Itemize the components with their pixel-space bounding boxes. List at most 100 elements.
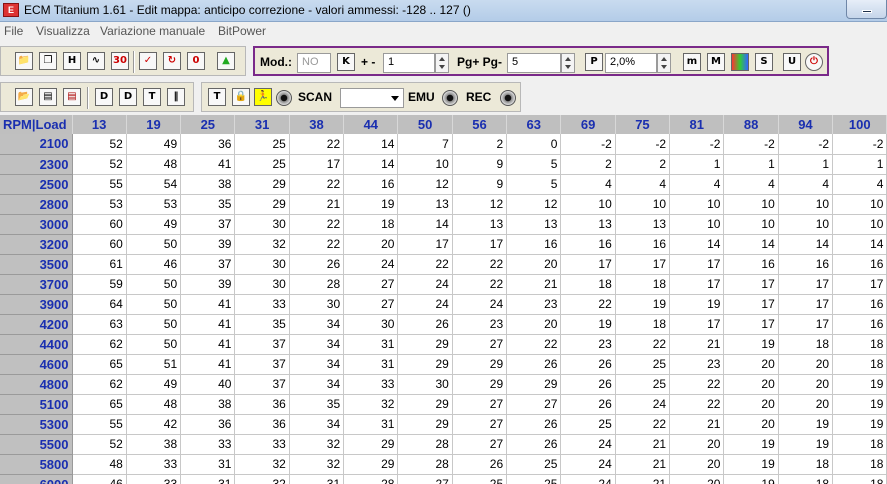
map-cell[interactable]: 16 bbox=[343, 174, 399, 195]
map-cell[interactable]: 37 bbox=[180, 214, 236, 235]
t-button-2[interactable]: T bbox=[208, 88, 226, 106]
map-cell[interactable]: 46 bbox=[72, 474, 127, 484]
map-cell[interactable]: 62 bbox=[72, 374, 127, 395]
map-cell[interactable]: 29 bbox=[234, 194, 290, 215]
h-icon[interactable]: H bbox=[63, 52, 81, 70]
map-cell[interactable]: 55 bbox=[72, 414, 127, 435]
map-cell[interactable]: 22 bbox=[289, 174, 345, 195]
map-cell[interactable]: 24 bbox=[452, 294, 508, 315]
scan-select[interactable] bbox=[340, 88, 404, 108]
map-cell[interactable]: 10 bbox=[778, 194, 834, 215]
map-cell[interactable]: 41 bbox=[180, 334, 236, 355]
map-cell[interactable]: 7 bbox=[397, 134, 453, 155]
map-cell[interactable]: 19 bbox=[615, 294, 671, 315]
map-cell[interactable]: 10 bbox=[615, 194, 671, 215]
rpm-row-header[interactable]: 3500 bbox=[0, 254, 73, 275]
map-cell[interactable]: 31 bbox=[289, 474, 345, 484]
map-cell[interactable]: 19 bbox=[832, 414, 887, 435]
map-cell[interactable]: 46 bbox=[126, 254, 182, 275]
load-column-header[interactable]: 56 bbox=[452, 115, 508, 134]
map-cell[interactable]: 4 bbox=[832, 174, 887, 195]
map-cell[interactable]: 19 bbox=[560, 314, 616, 335]
windows-icon[interactable]: ❐ bbox=[39, 52, 57, 70]
map-cell[interactable]: 29 bbox=[397, 414, 453, 435]
map-cell[interactable]: 27 bbox=[452, 334, 508, 355]
map-cell[interactable]: 17 bbox=[452, 234, 508, 255]
map-cell[interactable]: 26 bbox=[560, 374, 616, 395]
map-cell[interactable]: 18 bbox=[832, 434, 887, 455]
percent-field[interactable]: 2,0% bbox=[605, 53, 657, 73]
map-cell[interactable]: 14 bbox=[343, 154, 399, 175]
check-icon[interactable]: ✓ bbox=[139, 52, 157, 70]
u-button[interactable]: U bbox=[783, 53, 801, 71]
load-column-header[interactable]: 75 bbox=[615, 115, 671, 134]
rpm-row-header[interactable]: 5800 bbox=[0, 454, 73, 475]
map-cell[interactable]: 63 bbox=[72, 314, 127, 335]
map-cell[interactable]: 18 bbox=[615, 274, 671, 295]
rpm-row-header[interactable]: 5100 bbox=[0, 394, 73, 415]
map-cell[interactable]: 10 bbox=[723, 214, 779, 235]
rpm-row-header[interactable]: 6000 bbox=[0, 474, 73, 484]
map-cell[interactable]: 1 bbox=[669, 154, 725, 175]
map-cell[interactable]: -2 bbox=[560, 134, 616, 155]
map-cell[interactable]: 26 bbox=[560, 394, 616, 415]
map-cell[interactable]: 20 bbox=[723, 354, 779, 375]
map-cell[interactable]: 50 bbox=[126, 234, 182, 255]
map-cell[interactable]: 18 bbox=[343, 214, 399, 235]
map-cell[interactable]: 23 bbox=[560, 334, 616, 355]
map-cell[interactable]: 20 bbox=[778, 354, 834, 375]
map-cell[interactable]: 17 bbox=[560, 254, 616, 275]
map-cell[interactable]: 49 bbox=[126, 374, 182, 395]
map-cell[interactable]: 16 bbox=[832, 294, 887, 315]
map-cell[interactable]: 27 bbox=[343, 274, 399, 295]
map-cell[interactable]: 22 bbox=[506, 334, 562, 355]
map-cell[interactable]: 28 bbox=[289, 274, 345, 295]
map-cell[interactable]: 20 bbox=[778, 394, 834, 415]
map-cell[interactable]: 22 bbox=[560, 294, 616, 315]
load-column-header[interactable]: 13 bbox=[72, 115, 127, 134]
map-cell[interactable]: 22 bbox=[452, 274, 508, 295]
rec-toggle-icon[interactable] bbox=[500, 90, 516, 106]
map-cell[interactable]: 34 bbox=[289, 414, 345, 435]
rpm-row-header[interactable]: 2300 bbox=[0, 154, 73, 175]
map-cell[interactable]: 4 bbox=[723, 174, 779, 195]
map-cell[interactable]: 12 bbox=[397, 174, 453, 195]
map-cell[interactable]: 9 bbox=[452, 154, 508, 175]
map-cell[interactable]: 16 bbox=[723, 254, 779, 275]
graph-icon[interactable]: ∿ bbox=[87, 52, 105, 70]
map-cell[interactable]: 25 bbox=[615, 354, 671, 375]
map-cell[interactable]: 24 bbox=[397, 274, 453, 295]
map-cell[interactable]: 27 bbox=[452, 414, 508, 435]
menu-visualizza[interactable]: Visualizza bbox=[36, 24, 90, 38]
map-cell[interactable]: 18 bbox=[778, 474, 834, 484]
map-cell[interactable]: 22 bbox=[397, 254, 453, 275]
load-column-header[interactable]: 50 bbox=[397, 115, 453, 134]
m-button[interactable]: M bbox=[707, 53, 725, 71]
map-cell[interactable]: 25 bbox=[506, 454, 562, 475]
map-cell[interactable]: 29 bbox=[506, 374, 562, 395]
map-cell[interactable]: 20 bbox=[723, 394, 779, 415]
menu-file[interactable]: File bbox=[4, 24, 23, 38]
map-cell[interactable]: 38 bbox=[126, 434, 182, 455]
map-cell[interactable]: 25 bbox=[560, 414, 616, 435]
k-button[interactable]: K bbox=[337, 53, 355, 71]
map-cell[interactable]: -2 bbox=[669, 134, 725, 155]
map-cell[interactable]: 53 bbox=[126, 194, 182, 215]
map-cell[interactable]: 26 bbox=[397, 314, 453, 335]
map-cell[interactable]: 20 bbox=[506, 314, 562, 335]
save-as-icon[interactable]: ▤ bbox=[63, 88, 81, 106]
map-cell[interactable]: 50 bbox=[126, 334, 182, 355]
map-cell[interactable]: 18 bbox=[832, 474, 887, 484]
record-icon[interactable] bbox=[276, 90, 292, 106]
map-cell[interactable]: 36 bbox=[234, 394, 290, 415]
map-cell[interactable]: 27 bbox=[506, 394, 562, 415]
map-cell[interactable]: 16 bbox=[615, 234, 671, 255]
map-cell[interactable]: 33 bbox=[343, 374, 399, 395]
map-cell[interactable]: 33 bbox=[126, 474, 182, 484]
map-cell[interactable]: 0 bbox=[506, 134, 562, 155]
map-cell[interactable]: 31 bbox=[343, 334, 399, 355]
map-cell[interactable]: 13 bbox=[615, 214, 671, 235]
map-cell[interactable]: 20 bbox=[778, 374, 834, 395]
map-cell[interactable]: 17 bbox=[832, 274, 887, 295]
power-icon[interactable]: ⏻ bbox=[805, 53, 823, 71]
